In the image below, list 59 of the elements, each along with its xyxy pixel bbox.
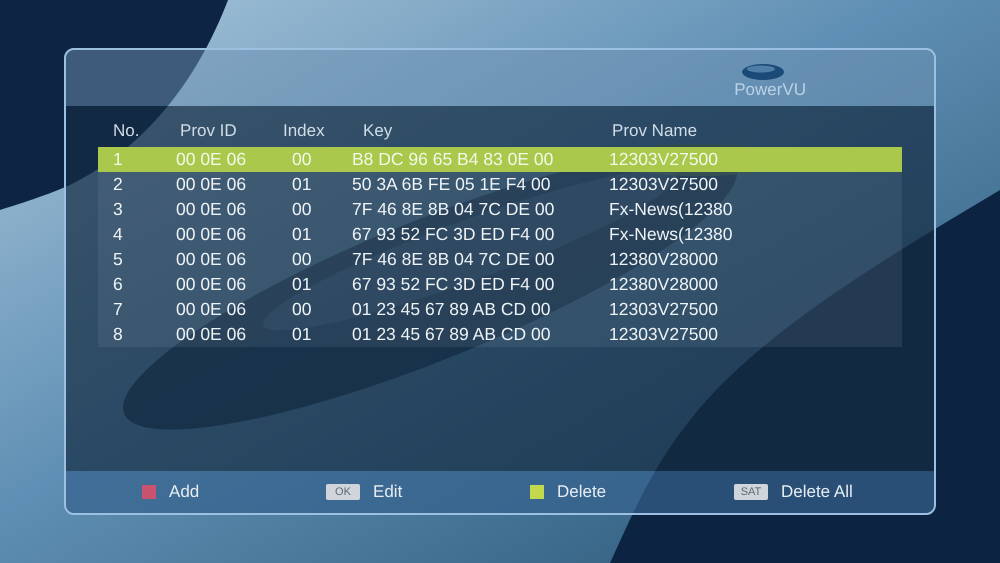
table-cell-text: Fx-News(12380 [609,199,734,220]
legend-label: Delete All [781,482,853,502]
table-cell-text: 3 [113,199,124,220]
table-cell-text: B8 DC 96 65 B4 83 0E 00 [352,149,554,170]
table-cell-text: 67 93 52 FC 3D ED F4 00 [352,224,556,245]
table-cell-text: 00 [292,249,312,270]
table-cell-text: 00 [292,149,312,170]
table-cell-text: 00 [292,299,312,320]
table-cell-text: 00 0E 06 [176,324,248,345]
table-cell-text: Fx-News(12380 [609,224,734,245]
table-cell-text: 00 0E 06 [176,199,248,220]
table-cell-text: 67 93 52 FC 3D ED F4 00 [352,274,556,295]
table-cell-text: 4 [113,224,124,245]
table-cell-text: 01 [292,224,312,245]
table-row[interactable]: 8 00 0E 06 01 01 23 45 67 89 AB CD 00 12303V27500 [98,322,902,347]
table-cell-text: 50 3A 6B FE 05 1E F4 00 [352,174,552,195]
table-cell-text: 7 [113,299,124,320]
remote-key-badge: OK [326,484,360,500]
table-cell-text: 01 23 45 67 89 AB CD 00 [352,324,552,345]
column-header: No. [113,120,140,140]
table-cell-text: 12380V28000 [609,274,719,295]
table-row[interactable]: 6 00 0E 06 01 67 93 52 FC 3D ED F4 00 12380V28000 [98,272,902,297]
screen-title: PowerVU [734,80,806,99]
table-cell-text: 2 [113,174,124,195]
table-row[interactable]: 7 00 0E 06 00 01 23 45 67 89 AB CD 00 12303V27500 [98,297,902,322]
legend-label: Delete [557,482,606,502]
column-header: Prov Name [612,120,698,140]
table-row[interactable]: 5 00 0E 06 00 7F 46 8E 8B 04 7C DE 00 12380V28000 [98,247,902,272]
remote-key-badge: SAT [734,484,768,500]
table-cell-text: 00 0E 06 [176,299,248,320]
table-cell-text: 00 0E 06 [176,174,248,195]
table-row[interactable]: 3 00 0E 06 00 7F 46 8E 8B 04 7C DE 00 Fx-News(12380 [98,197,902,222]
table-cell-text: 00 0E 06 [176,224,248,245]
table-cell-text: 00 [292,199,312,220]
table-cell-text: 01 23 45 67 89 AB CD 00 [352,299,552,320]
legend-label: Edit [373,482,402,502]
table-cell-text: 6 [113,274,124,295]
column-header: Index [283,120,326,140]
table-cell-text: 12303V27500 [609,299,719,320]
legend-label: Add [169,482,200,502]
table-cell-text: 01 [292,274,312,295]
table-cell-text: 00 0E 06 [176,274,248,295]
table-cell-text: 1 [113,149,124,170]
table-cell-text: 7F 46 8E 8B 04 7C DE 00 [352,199,556,220]
table-cell-text: 12380V28000 [609,249,719,270]
oval-logo-icon [741,63,786,81]
table-cell-text: 5 [113,249,124,270]
table-cell-text: 00 0E 06 [176,249,248,270]
table-row[interactable]: 4 00 0E 06 01 67 93 52 FC 3D ED F4 00 Fx-News(12380 [98,222,902,247]
table-row[interactable]: 2 00 0E 06 01 50 3A 6B FE 05 1E F4 00 12303V27500 [98,172,902,197]
column-header: Key [363,120,394,140]
table-cell-text: 01 [292,174,312,195]
table-cell-text: 12303V27500 [609,324,719,345]
table-cell-text: 8 [113,324,124,345]
table-cell-text: 12303V27500 [609,174,719,195]
table-cell-text: 7F 46 8E 8B 04 7C DE 00 [352,249,556,270]
table-cell-text: 01 [292,324,312,345]
table-cell-text: 00 0E 06 [176,149,248,170]
table-cell-text: 12303V27500 [609,149,719,170]
